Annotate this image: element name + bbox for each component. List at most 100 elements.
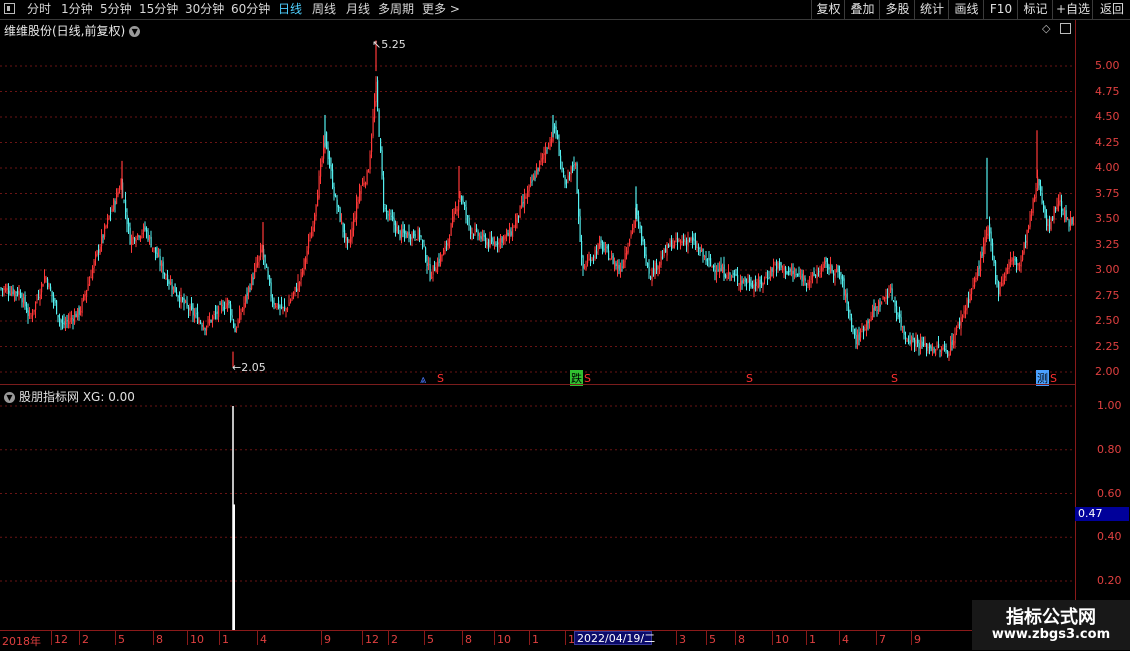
statistics-button[interactable]: 统计 [914, 0, 949, 19]
candlestick-chart[interactable] [0, 36, 1075, 384]
candle [50, 283, 52, 292]
candle [11, 286, 13, 297]
candle [548, 142, 550, 150]
candle [233, 318, 235, 329]
candle [444, 241, 446, 255]
adjust-button[interactable]: 复权 [811, 0, 845, 19]
time-tick-mark [706, 631, 707, 645]
time-tick-mark [424, 631, 425, 645]
candle [927, 343, 929, 354]
candle [254, 263, 256, 280]
price-tick-label: 3.25 [1095, 237, 1120, 251]
tab-15min[interactable]: 15分钟 [139, 2, 178, 17]
time-tick-mark [839, 631, 840, 645]
candle [315, 204, 317, 221]
indicator-chart[interactable] [0, 385, 1075, 630]
candle [1043, 200, 1045, 213]
candle [1016, 256, 1018, 273]
candle [630, 230, 632, 239]
overlay-button[interactable]: 叠加 [844, 0, 880, 19]
candle [476, 224, 478, 233]
multi-stock-button[interactable]: 多股 [879, 0, 915, 19]
candle [297, 274, 299, 299]
candle [788, 266, 790, 276]
tab-60min[interactable]: 60分钟 [231, 2, 270, 17]
candle [710, 253, 712, 267]
tab-monthly[interactable]: 月线 [346, 2, 370, 17]
tab-daily[interactable]: 日线 [278, 2, 302, 17]
tab-intraday[interactable]: 分时 [27, 2, 51, 17]
diamond-icon[interactable]: ◇ [1042, 22, 1050, 35]
candle [644, 238, 646, 259]
candle [893, 299, 895, 303]
candle [990, 227, 992, 252]
tab-5min[interactable]: 5分钟 [100, 2, 132, 17]
candle [227, 297, 229, 312]
candle [462, 195, 464, 205]
time-tick-label: 9 [914, 633, 921, 646]
candle [822, 261, 824, 272]
tab-multi-period[interactable]: 多周期 [378, 2, 414, 17]
candle [1044, 205, 1046, 219]
tab-weekly[interactable]: 周线 [312, 2, 336, 17]
candle [170, 275, 172, 286]
candle [713, 264, 715, 272]
candle [329, 150, 331, 169]
candle [78, 305, 80, 321]
candle [765, 271, 767, 279]
tab-1min[interactable]: 1分钟 [61, 2, 93, 17]
candle [740, 274, 742, 293]
current-value-badge: 0.47 [1075, 507, 1129, 521]
candle [41, 281, 43, 300]
back-button[interactable]: 返回 [1092, 0, 1130, 19]
candle [1062, 208, 1064, 216]
candle [218, 305, 220, 323]
panel-toggle-icon[interactable] [1060, 23, 1071, 34]
candle [30, 312, 32, 320]
candle [8, 283, 10, 302]
candle [849, 309, 851, 321]
candle [783, 264, 785, 278]
candle [864, 324, 866, 331]
mark-button[interactable]: 标记 [1017, 0, 1053, 19]
add-watchlist-button[interactable]: +自选 [1052, 0, 1093, 19]
candle [372, 108, 374, 139]
candle [815, 274, 817, 279]
candle [345, 233, 347, 248]
f10-button[interactable]: F10 [983, 0, 1018, 19]
candle [509, 222, 511, 244]
candle [104, 223, 106, 240]
candle [231, 309, 233, 321]
candle [176, 287, 178, 297]
tab-30min[interactable]: 30分钟 [185, 2, 224, 17]
candle [906, 338, 908, 343]
candle [443, 247, 445, 256]
candle [933, 346, 935, 354]
candle [767, 270, 769, 286]
candle [660, 250, 662, 269]
candle [989, 216, 991, 242]
candle [585, 260, 587, 271]
candle [1052, 215, 1054, 222]
tab-more[interactable]: 更多 > [422, 2, 460, 17]
candle [510, 227, 512, 237]
draw-line-button[interactable]: 画线 [948, 0, 984, 19]
candle [1013, 251, 1015, 267]
candle [641, 225, 643, 246]
candle [72, 314, 74, 330]
candle [60, 318, 62, 331]
candle [474, 222, 476, 236]
candle [587, 254, 589, 267]
candle [624, 245, 626, 269]
candle [18, 284, 20, 301]
candle [656, 258, 658, 274]
window-menu-icon[interactable] [4, 3, 15, 14]
candle [653, 260, 655, 277]
candle [623, 259, 625, 269]
time-tick-mark [187, 631, 188, 645]
candle [851, 313, 853, 332]
candle [1008, 259, 1010, 274]
candle [650, 275, 652, 281]
candle [27, 303, 29, 324]
candle [678, 237, 680, 243]
